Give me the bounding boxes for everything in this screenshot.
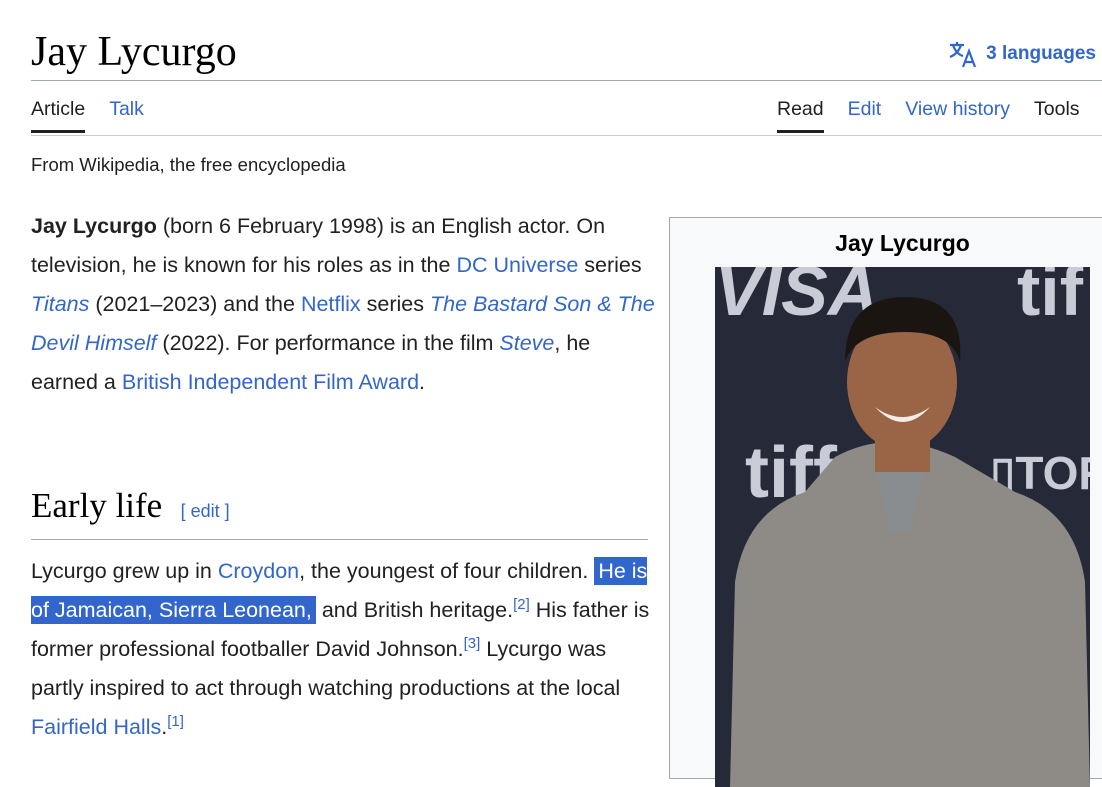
infobox: Jay Lycurgo VISA tif tiff ▯TORO: [669, 217, 1102, 787]
tab-read[interactable]: Read: [777, 98, 824, 133]
link-netflix[interactable]: Netflix: [301, 292, 361, 316]
link-titans[interactable]: Titans: [31, 292, 89, 316]
text: (2021–2023) and the: [89, 292, 301, 316]
portrait-illustration: VISA tif tiff ▯TORO: [715, 267, 1090, 787]
tab-edit[interactable]: Edit: [848, 98, 882, 133]
infobox-title: Jay Lycurgo: [835, 230, 970, 256]
citation-3[interactable]: [3]: [464, 635, 481, 652]
section-heading-early-life: Early life [ edit ]: [31, 486, 648, 540]
page-title: Jay Lycurgo: [31, 29, 237, 75]
intro-paragraph: Jay Lycurgo (born 6 February 1998) is an…: [31, 207, 661, 402]
languages-button[interactable]: 3 languages: [948, 40, 1096, 68]
link-fairfield-halls[interactable]: Fairfield Halls: [31, 715, 161, 739]
text: Lycurgo grew up in: [31, 559, 218, 583]
text: , the youngest of four children.: [299, 559, 595, 583]
citation-2[interactable]: [2]: [513, 596, 530, 613]
text: series: [578, 253, 642, 277]
tab-talk[interactable]: Talk: [109, 98, 144, 133]
languages-label: 3 languages: [986, 43, 1096, 64]
tab-view-history[interactable]: View history: [905, 98, 1010, 133]
link-croydon[interactable]: Croydon: [218, 559, 299, 583]
section-edit-link[interactable]: [ edit ]: [181, 501, 230, 521]
text: (2022). For performance in the film: [156, 331, 500, 355]
translate-icon: [949, 42, 977, 68]
link-dc-universe[interactable]: DC Universe: [456, 253, 578, 277]
title-divider: [31, 80, 1102, 81]
subject-name: Jay Lycurgo: [31, 214, 157, 238]
tab-article[interactable]: Article: [31, 98, 86, 133]
section-title: Early life: [31, 486, 163, 525]
link-bifa[interactable]: British Independent Film Award: [122, 370, 419, 394]
tools-menu[interactable]: Tools: [1034, 98, 1080, 133]
text: series: [360, 292, 430, 316]
text: and British heritage.: [315, 598, 514, 622]
namespace-tabs: Article Talk: [31, 98, 168, 133]
early-life-paragraph: Lycurgo grew up in Croydon, the youngest…: [31, 552, 661, 747]
link-steve[interactable]: Steve: [499, 331, 554, 355]
tabs-divider: [31, 135, 1102, 136]
svg-text:tif: tif: [1017, 267, 1084, 330]
text: .: [419, 370, 426, 394]
tagline: From Wikipedia, the free encyclopedia: [31, 154, 346, 175]
svg-text:VISA: VISA: [715, 267, 878, 330]
view-tabs: Read Edit View history Tools: [777, 98, 1080, 133]
citation-1[interactable]: [1]: [167, 713, 184, 730]
infobox-photo[interactable]: VISA tif tiff ▯TORO: [715, 267, 1090, 787]
